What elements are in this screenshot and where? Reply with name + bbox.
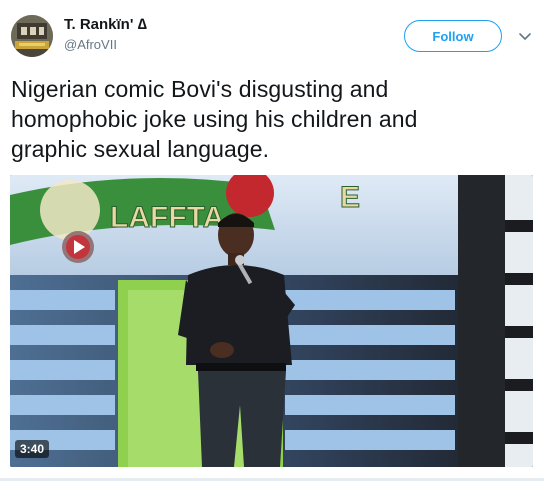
tweet-text-line: homophobic joke using his children and [11,106,418,132]
banner-logo-text-end: E [340,181,360,214]
display-name[interactable]: T. Rankïn' ∆ [64,16,147,33]
follow-button[interactable]: Follow [404,20,502,52]
avatar[interactable] [11,15,53,57]
video-duration-badge: 3:40 [15,440,50,458]
tweet-text-line: graphic sexual language. [11,136,270,162]
video-player[interactable]: LAFFTA E [10,175,533,467]
chevron-down-icon[interactable] [517,28,533,44]
video-frame: LAFFTA E [10,175,533,467]
banner-logo-text: LAFFTA [110,201,224,234]
tweet-text-line: Nigerian comic Bovi's disgusting and [11,76,389,102]
tweet-text: Nigerian comic Bovi's disgusting and hom… [11,74,533,164]
user-handle[interactable]: @AfroVII [64,37,117,52]
avatar-image [11,15,53,57]
play-icon[interactable] [62,231,94,263]
